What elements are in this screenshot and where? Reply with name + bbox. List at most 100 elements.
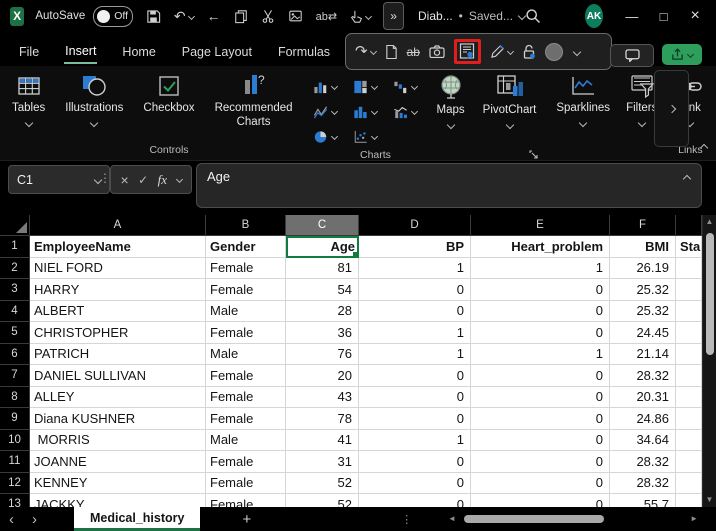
cell-A11[interactable]: JOANNE <box>30 451 206 473</box>
cell-F11[interactable]: 28.32 <box>610 451 676 473</box>
cell-partial4[interactable] <box>676 300 702 322</box>
cell-F4[interactable]: 25.32 <box>610 300 676 322</box>
cell-D13[interactable]: 0 <box>359 494 471 507</box>
cell-partial12[interactable] <box>676 472 702 494</box>
sheet-tab-medical-history[interactable]: Medical_history <box>74 507 201 531</box>
account-avatar[interactable]: AK <box>584 4 604 28</box>
find-replace-button[interactable]: ab⇄ <box>316 10 337 23</box>
cell-F10[interactable]: 34.64 <box>610 429 676 451</box>
scroll-left-icon[interactable]: ◄ <box>448 512 456 526</box>
cell-partial9[interactable] <box>676 408 702 430</box>
cell-C6[interactable]: 76 <box>286 343 359 365</box>
cell-D11[interactable]: 0 <box>359 451 471 473</box>
cell-partial2[interactable] <box>676 257 702 279</box>
cell-partial8[interactable] <box>676 386 702 408</box>
cell-partial5[interactable] <box>676 322 702 344</box>
minimize-button[interactable]: — <box>619 9 645 24</box>
column-header-F[interactable]: F <box>610 215 676 236</box>
cell-E6[interactable]: 1 <box>471 343 610 365</box>
cell-F13[interactable]: 55.7 <box>610 494 676 507</box>
cell-F7[interactable]: 28.32 <box>610 365 676 387</box>
cell-C13[interactable]: 52 <box>286 494 359 507</box>
charts-dialog-launcher-icon[interactable] <box>529 150 538 159</box>
column-header-C[interactable]: C <box>286 215 359 236</box>
cell-F3[interactable]: 25.32 <box>610 279 676 301</box>
cell-D8[interactable]: 0 <box>359 386 471 408</box>
cell-F8[interactable]: 20.31 <box>610 386 676 408</box>
cell-A9[interactable]: Diana KUSHNER <box>30 408 206 430</box>
cell-E7[interactable]: 0 <box>471 365 610 387</box>
cell-E12[interactable]: 0 <box>471 472 610 494</box>
cell-B8[interactable]: Female <box>206 386 286 408</box>
column-header-A[interactable]: A <box>30 215 206 236</box>
row-header-12[interactable]: 12 <box>0 472 30 494</box>
cell-D12[interactable]: 0 <box>359 472 471 494</box>
search-button[interactable] <box>525 8 541 24</box>
cell-E3[interactable]: 0 <box>471 279 610 301</box>
cell-C4[interactable]: 28 <box>286 300 359 322</box>
insert-function-icon[interactable]: fx <box>158 172 167 188</box>
cell-D7[interactable]: 0 <box>359 365 471 387</box>
scroll-down-icon[interactable]: ▼ <box>706 493 714 507</box>
cell-F12[interactable]: 28.32 <box>610 472 676 494</box>
waterfall-chart-button[interactable] <box>385 80 425 94</box>
scatter-chart-button[interactable] <box>345 130 385 144</box>
cell-C12[interactable]: 52 <box>286 472 359 494</box>
save-button[interactable] <box>146 9 161 24</box>
chevron-down-icon[interactable] <box>175 175 183 184</box>
back-button[interactable]: ← <box>207 9 221 23</box>
ribbon-scroll-right-button[interactable] <box>654 70 689 147</box>
cell-A12[interactable]: KENNEY <box>30 472 206 494</box>
cell-E2[interactable]: 1 <box>471 257 610 279</box>
tab-scroll-splitter[interactable]: ⋮ <box>401 513 412 526</box>
cell-partial1[interactable]: Sta <box>676 236 702 258</box>
column-header-partial[interactable] <box>676 215 702 236</box>
cell-A5[interactable]: CHRISTOPHER <box>30 322 206 344</box>
cell-B11[interactable]: Female <box>206 451 286 473</box>
cell-D6[interactable]: 1 <box>359 343 471 365</box>
cell-B4[interactable]: Male <box>206 300 286 322</box>
cell-C2[interactable]: 81 <box>286 257 359 279</box>
vertical-scroll-thumb[interactable] <box>705 233 714 355</box>
row-header-2[interactable]: 2 <box>0 257 30 279</box>
column-chart-button[interactable] <box>305 80 345 94</box>
cell-A8[interactable]: ALLEY <box>30 386 206 408</box>
sheet-nav-right-button[interactable]: › <box>23 512 46 527</box>
camera-button[interactable] <box>429 45 445 58</box>
ink-button[interactable] <box>490 44 514 59</box>
cell-D9[interactable]: 0 <box>359 408 471 430</box>
tab-page-layout[interactable]: Page Layout <box>181 41 253 63</box>
strikethrough-button[interactable]: ab <box>407 45 420 59</box>
close-button[interactable]: × <box>682 7 708 25</box>
cell-A10[interactable]: MORRIS <box>30 429 206 451</box>
row-header-1[interactable]: 1 <box>0 236 30 258</box>
cell-B7[interactable]: Female <box>206 365 286 387</box>
new-sheet-button[interactable]: + <box>242 511 251 528</box>
row-header-8[interactable]: 8 <box>0 386 30 408</box>
undo-button[interactable]: ↶ <box>174 9 195 23</box>
select-all-corner[interactable] <box>0 215 30 236</box>
horizontal-scrollbar[interactable]: ◄ ► <box>448 511 698 527</box>
cell-B13[interactable]: Female <box>206 494 286 507</box>
recommended-charts-button[interactable]: ? Recommended Charts <box>207 72 301 132</box>
cell-D10[interactable]: 1 <box>359 429 471 451</box>
illustrations-button[interactable]: Illustrations <box>57 72 131 128</box>
cell-F2[interactable]: 26.19 <box>610 257 676 279</box>
row-header-7[interactable]: 7 <box>0 365 30 387</box>
row-header-6[interactable]: 6 <box>0 343 30 365</box>
cell-F1[interactable]: BMI <box>610 236 676 258</box>
cell-C3[interactable]: 54 <box>286 279 359 301</box>
cell-E11[interactable]: 0 <box>471 451 610 473</box>
cell-B5[interactable]: Female <box>206 322 286 344</box>
toolbar-overflow-button[interactable]: » <box>383 2 404 30</box>
shape-circle-button[interactable] <box>544 42 563 61</box>
fill-handle[interactable] <box>352 250 357 256</box>
sheet-nav-left-button[interactable]: ‹ <box>0 512 23 527</box>
cell-D5[interactable]: 1 <box>359 322 471 344</box>
cell-E9[interactable]: 0 <box>471 408 610 430</box>
share-button[interactable] <box>662 44 702 65</box>
paste-button[interactable] <box>288 9 303 23</box>
cell-A6[interactable]: PATRICH <box>30 343 206 365</box>
cell-B1[interactable]: Gender <box>206 236 286 258</box>
cell-partial3[interactable] <box>676 279 702 301</box>
